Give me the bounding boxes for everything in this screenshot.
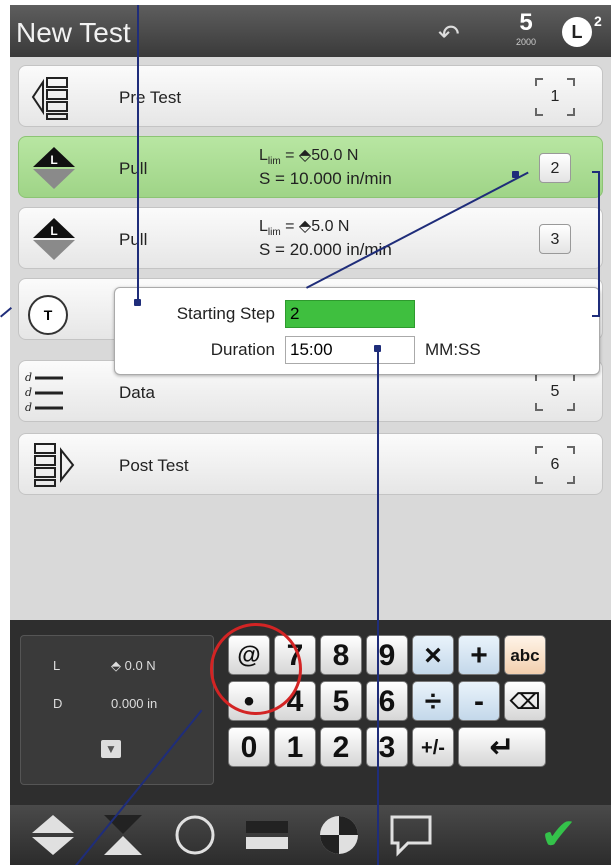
displacement-value: 0.000 in bbox=[111, 696, 158, 711]
logo-icon[interactable]: L bbox=[562, 17, 592, 47]
load-label: L bbox=[53, 658, 61, 673]
header-bar: New Test ↶ 5 2000 L 2 bbox=[10, 5, 611, 57]
load-limit: Llim = ⬘5.0 N bbox=[259, 218, 350, 239]
key-6[interactable]: 6 bbox=[366, 681, 408, 721]
speed-setting: S = 10.000 in/min bbox=[259, 169, 392, 188]
step-number[interactable]: 3 bbox=[539, 224, 571, 254]
app-frame: New Test ↶ 5 2000 L 2 Pre Test 1 L Pull … bbox=[10, 5, 611, 865]
key-2[interactable]: 2 bbox=[320, 727, 362, 767]
step-number[interactable]: 2 bbox=[539, 153, 571, 183]
page-title: New Test bbox=[16, 17, 131, 48]
live-readout: L ⬘ 0.0 N D 0.000 in ▼ bbox=[20, 635, 214, 785]
key-enter[interactable]: ↵ bbox=[458, 727, 546, 767]
key-divide[interactable]: ÷ bbox=[412, 681, 454, 721]
annotation-dot bbox=[134, 299, 141, 306]
cycle-step-icon[interactable] bbox=[242, 813, 292, 857]
annotation-line bbox=[137, 5, 139, 302]
duration-input[interactable]: 15:00 bbox=[285, 336, 415, 364]
key-0[interactable]: 0 bbox=[228, 727, 270, 767]
step-name: Pull bbox=[119, 230, 148, 249]
logo-superscript: 2 bbox=[594, 13, 602, 29]
counter-indicator: 5 2000 bbox=[506, 9, 546, 47]
step-row-pull-1[interactable]: L Pull Llim = ⬘50.0 N S = 10.000 in/min … bbox=[18, 136, 603, 198]
speed-setting: S = 20.000 in/min bbox=[259, 240, 392, 259]
key-9[interactable]: 9 bbox=[366, 635, 408, 675]
step-name: Pre Test bbox=[119, 88, 182, 107]
key-multiply[interactable]: × bbox=[412, 635, 454, 675]
svg-text:L: L bbox=[50, 153, 57, 167]
step-number: 6 bbox=[550, 456, 560, 473]
undo-icon[interactable]: ↶ bbox=[438, 19, 460, 50]
duration-unit: MM:SS bbox=[425, 340, 481, 359]
annotation-line bbox=[592, 315, 600, 317]
post-test-icon bbox=[34, 443, 75, 487]
key-1[interactable]: 1 bbox=[274, 727, 316, 767]
timer-icon: T bbox=[28, 295, 68, 335]
load-value: ⬘ 0.0 N bbox=[111, 658, 156, 673]
counter-value: 5 bbox=[519, 9, 533, 36]
annotation-line bbox=[377, 348, 379, 865]
pre-test-icon bbox=[31, 77, 68, 120]
annotation-line bbox=[598, 171, 600, 317]
step-row-post-test[interactable]: Post Test 6 bbox=[18, 433, 603, 495]
step-name: Data bbox=[119, 383, 155, 402]
annotation-dot bbox=[374, 345, 381, 352]
displacement-label: D bbox=[53, 696, 63, 711]
svg-text:d: d bbox=[25, 401, 32, 414]
step-number: 1 bbox=[550, 88, 560, 105]
break-detect-icon[interactable] bbox=[314, 813, 364, 857]
key-minus[interactable]: - bbox=[458, 681, 500, 721]
highlight-circle bbox=[210, 623, 302, 715]
duration-label: Duration bbox=[210, 340, 275, 359]
starting-step-input[interactable]: 2 bbox=[285, 300, 415, 328]
step-row-pull-2[interactable]: L Pull Llim = ⬘5.0 N S = 20.000 in/min 3 bbox=[18, 207, 603, 269]
key-3[interactable]: 3 bbox=[366, 727, 408, 767]
step-name: Post Test bbox=[119, 456, 189, 475]
key-plus-minus[interactable]: +/- bbox=[412, 727, 454, 767]
svg-text:d: d bbox=[25, 371, 32, 384]
key-plus[interactable]: + bbox=[458, 635, 500, 675]
step-name: Pull bbox=[119, 159, 148, 178]
data-icon: d d d bbox=[25, 371, 63, 414]
key-8[interactable]: 8 bbox=[320, 635, 362, 675]
hold-step-editor: Starting Step 2 Duration 15:00 MM:SS bbox=[114, 287, 600, 375]
pull-icon: L bbox=[33, 147, 75, 189]
compress-step-icon[interactable] bbox=[98, 813, 148, 857]
counter-sub: 2000 bbox=[515, 37, 537, 47]
confirm-checkmark-icon[interactable]: ✔ bbox=[540, 809, 577, 860]
load-limit: Llim = ⬘50.0 N bbox=[259, 147, 359, 168]
key-backspace[interactable]: ⌫ bbox=[504, 681, 546, 721]
step-number: 5 bbox=[550, 383, 560, 400]
comment-icon[interactable] bbox=[386, 813, 436, 857]
step-row-pre-test[interactable]: Pre Test 1 bbox=[18, 65, 603, 127]
key-abc[interactable]: abc bbox=[504, 635, 546, 675]
annotation-line bbox=[592, 171, 600, 173]
key-5[interactable]: 5 bbox=[320, 681, 362, 721]
svg-text:d: d bbox=[25, 386, 32, 399]
starting-step-label: Starting Step bbox=[176, 304, 275, 323]
zero-icon[interactable]: ▼ bbox=[101, 740, 121, 758]
hold-step-icon[interactable] bbox=[170, 813, 220, 857]
pull-icon: L bbox=[33, 218, 75, 260]
svg-text:L: L bbox=[50, 224, 57, 238]
pull-step-icon[interactable] bbox=[28, 813, 78, 857]
